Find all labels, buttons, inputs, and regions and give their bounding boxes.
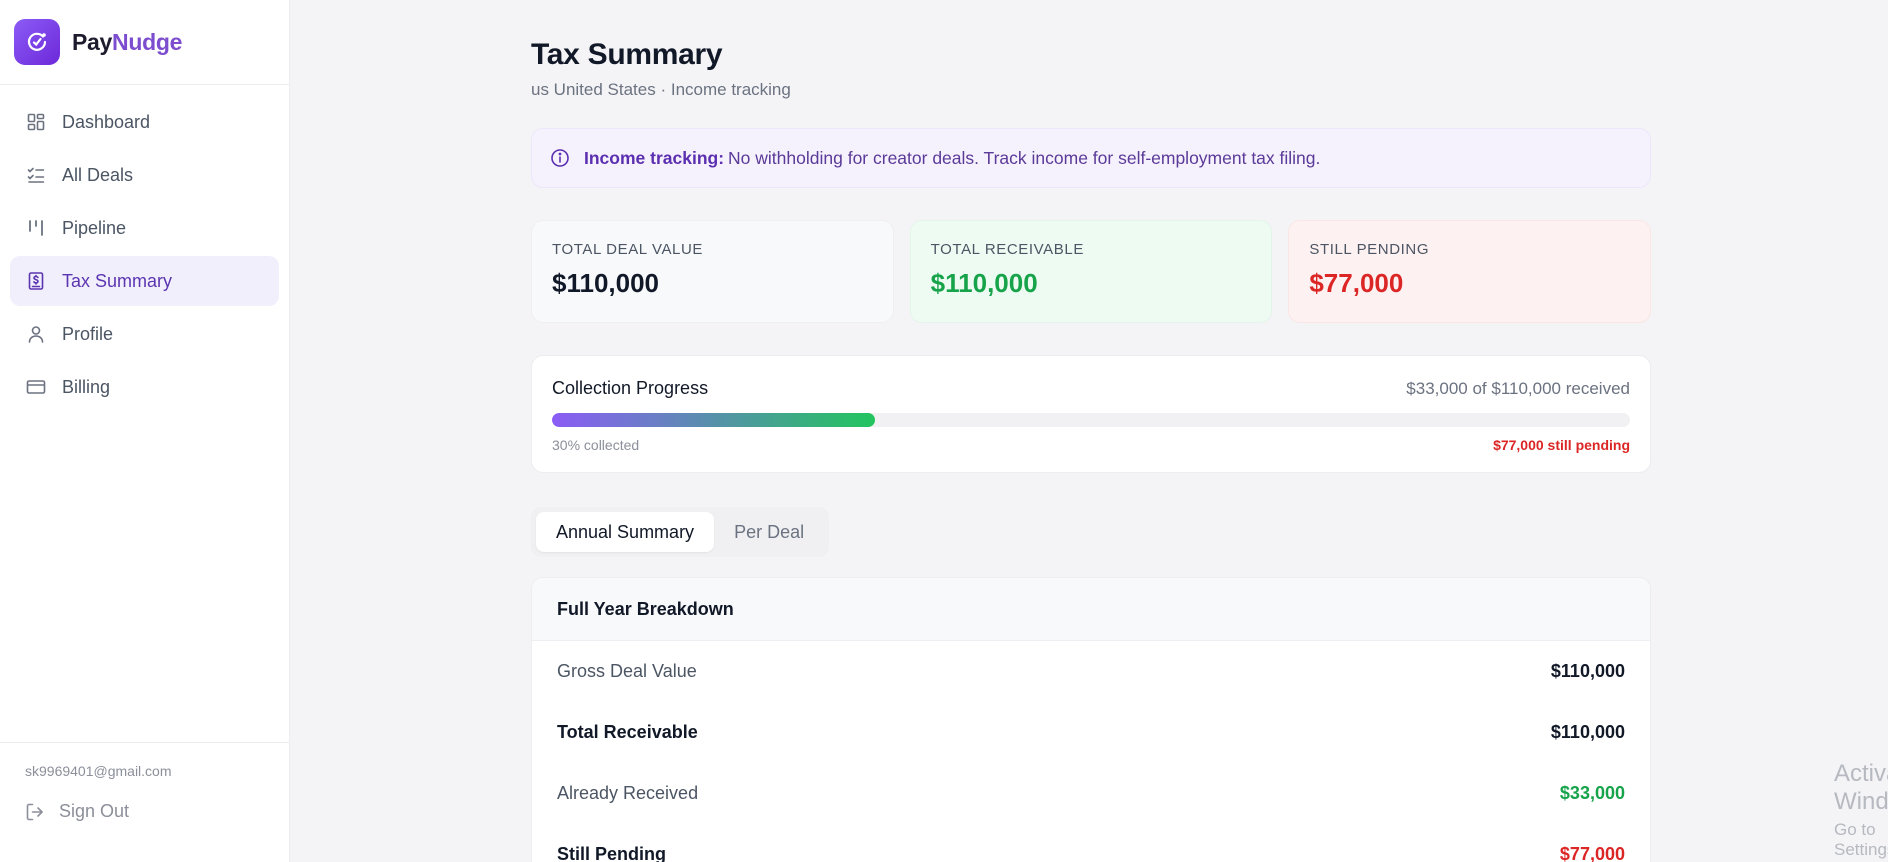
sidebar-item-label: Dashboard <box>62 111 151 132</box>
sidebar-item-dashboard[interactable]: Dashboard <box>10 97 279 147</box>
sidebar-nav: Dashboard All Deals Pipeline Tax Summary… <box>0 85 289 412</box>
activate-windows-watermark: Activate Windows Go to Settings to activ… <box>1834 760 1888 862</box>
sidebar-item-label: Tax Summary <box>62 270 173 291</box>
info-banner-title: Income tracking: <box>584 147 725 168</box>
brand-name-part2: Nudge <box>112 28 183 55</box>
stat-card-still-pending: STILL PENDING $77,000 <box>1288 220 1652 323</box>
progress-bar-fill <box>552 413 876 427</box>
progress-title: Collection Progress <box>552 378 709 398</box>
logo-icon <box>14 19 60 65</box>
sidebar: PayNudge Dashboard All Deals Pipeline Ta… <box>0 0 290 862</box>
stats-row: TOTAL DEAL VALUE $110,000 TOTAL RECEIVAB… <box>531 220 1652 323</box>
sidebar-item-pipeline[interactable]: Pipeline <box>10 203 279 253</box>
row-value: $110,000 <box>1550 722 1625 742</box>
pipeline-icon <box>25 217 47 239</box>
row-value: $33,000 <box>1559 783 1625 803</box>
table-row: Gross Deal Value $110,000 <box>532 641 1650 702</box>
stat-value: $77,000 <box>1309 268 1404 298</box>
stat-value: $110,000 <box>552 268 660 298</box>
sidebar-item-billing[interactable]: Billing <box>10 362 279 412</box>
page-title: Tax Summary <box>531 38 723 71</box>
sidebar-item-tax-summary[interactable]: Tax Summary <box>10 256 279 306</box>
table-row: Still Pending $77,000 <box>532 824 1650 862</box>
sign-out-button[interactable]: Sign Out <box>25 801 289 822</box>
checklist-icon <box>25 164 47 186</box>
brand-name: PayNudge <box>72 29 182 56</box>
sidebar-footer: sk9969401@gmail.com Sign Out <box>0 742 289 862</box>
info-banner: Income tracking: No withholding for crea… <box>531 128 1651 188</box>
user-email: sk9969401@gmail.com <box>25 763 172 779</box>
tab-per-deal[interactable]: Per Deal <box>714 512 824 552</box>
stat-label: STILL PENDING <box>1309 241 1430 258</box>
row-label: Still Pending <box>557 844 667 862</box>
row-label: Already Received <box>557 783 699 803</box>
watermark-subtitle: Go to Settings to activate Windows. <box>1834 820 1888 862</box>
app-root: PayNudge Dashboard All Deals Pipeline Ta… <box>0 0 1888 862</box>
progress-received-text: $33,000 of $110,000 received <box>1406 378 1630 398</box>
table-row: Already Received $33,000 <box>532 763 1650 824</box>
progress-percent-text: 30% collected <box>552 437 640 453</box>
watermark-title: Activate Windows <box>1834 760 1888 815</box>
receipt-dollar-icon <box>25 270 47 292</box>
stat-label: TOTAL DEAL VALUE <box>552 241 704 258</box>
page-subtitle: us United States · Income tracking <box>531 80 791 99</box>
row-value: $77,000 <box>1559 844 1625 862</box>
info-banner-text: No withholding for creator deals. Track … <box>728 147 1321 168</box>
full-year-breakdown: Full Year Breakdown Gross Deal Value $11… <box>531 577 1651 862</box>
collection-progress-card: Collection Progress $33,000 of $110,000 … <box>531 355 1651 473</box>
progress-pending-text: $77,000 still pending <box>1493 437 1630 453</box>
user-icon <box>25 323 47 345</box>
sign-out-label: Sign Out <box>59 801 130 821</box>
sidebar-item-all-deals[interactable]: All Deals <box>10 150 279 200</box>
tab-annual-summary[interactable]: Annual Summary <box>536 512 715 552</box>
sidebar-item-label: Profile <box>62 323 114 344</box>
sidebar-item-profile[interactable]: Profile <box>10 309 279 359</box>
stat-value: $110,000 <box>930 268 1038 298</box>
row-value: $110,000 <box>1550 661 1625 681</box>
stat-card-total-deal-value: TOTAL DEAL VALUE $110,000 <box>531 220 894 323</box>
progress-bar <box>552 413 1630 427</box>
credit-card-icon <box>25 376 47 398</box>
summary-tabs: Annual Summary Per Deal <box>531 507 830 557</box>
brand[interactable]: PayNudge <box>0 0 289 85</box>
main-content: Tax Summary us United States · Income tr… <box>290 0 1888 862</box>
stat-card-total-receivable: TOTAL RECEIVABLE $110,000 <box>909 220 1273 323</box>
sidebar-item-label: Billing <box>62 376 111 397</box>
sidebar-item-label: Pipeline <box>62 217 127 238</box>
info-icon <box>550 148 570 168</box>
breakdown-title: Full Year Breakdown <box>532 578 1650 641</box>
brand-name-part1: Pay <box>72 28 113 55</box>
row-label: Total Receivable <box>557 722 698 742</box>
table-row: Total Receivable $110,000 <box>532 702 1650 763</box>
sidebar-item-label: All Deals <box>62 164 134 185</box>
stat-label: TOTAL RECEIVABLE <box>930 241 1084 258</box>
page-content: Tax Summary us United States · Income tr… <box>531 38 1652 862</box>
sign-out-icon <box>25 802 45 822</box>
row-label: Gross Deal Value <box>557 661 697 681</box>
grid-icon <box>25 111 47 133</box>
